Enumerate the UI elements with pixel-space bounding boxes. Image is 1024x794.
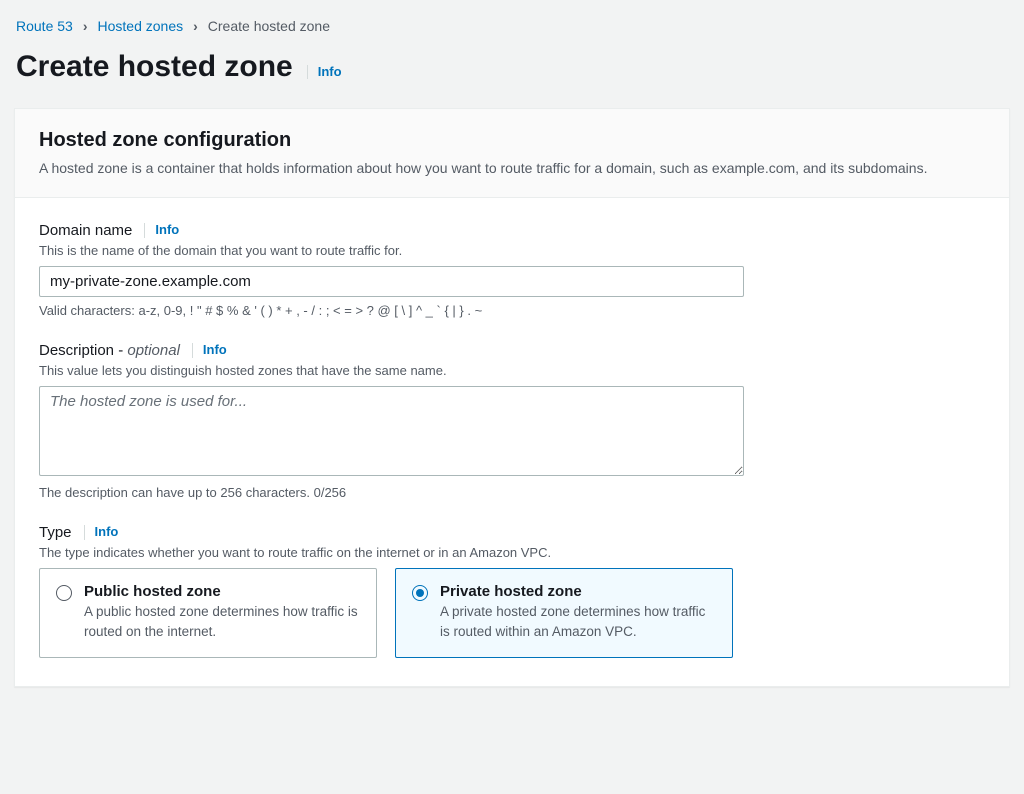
domain-name-hint: Valid characters: a-z, 0-9, ! " # $ % & … [39,303,985,318]
domain-name-label: Domain name [39,222,132,239]
type-option-private[interactable]: Private hosted zone A private hosted zon… [395,568,733,658]
description-label: Description - optional [39,342,180,359]
info-link-page[interactable]: Info [307,65,342,79]
description-label-main: Description - [39,342,127,359]
type-option-public[interactable]: Public hosted zone A public hosted zone … [39,568,377,658]
breadcrumb: Route 53 › Hosted zones › Create hosted … [14,14,1010,42]
panel-header: Hosted zone configuration A hosted zone … [15,109,1009,198]
breadcrumb-link-route53[interactable]: Route 53 [16,18,73,34]
radio-icon [56,585,72,601]
domain-name-input[interactable] [39,266,744,297]
breadcrumb-link-hosted-zones[interactable]: Hosted zones [98,18,184,34]
type-label: Type [39,524,72,541]
domain-name-desc: This is the name of the domain that you … [39,243,985,258]
type-option-private-desc: A private hosted zone determines how tra… [440,602,716,641]
info-link-type[interactable]: Info [84,525,119,539]
info-link-description[interactable]: Info [192,343,227,357]
info-link-domain[interactable]: Info [144,223,179,237]
panel-title: Hosted zone configuration [39,129,985,152]
panel-description: A hosted zone is a container that holds … [39,158,985,179]
description-desc: This value lets you distinguish hosted z… [39,363,985,378]
field-type: Type Info The type indicates whether you… [39,524,985,658]
type-option-private-title: Private hosted zone [440,583,716,600]
type-desc: The type indicates whether you want to r… [39,545,985,560]
description-label-optional: optional [127,342,180,359]
field-description: Description - optional Info This value l… [39,342,985,500]
config-panel: Hosted zone configuration A hosted zone … [14,108,1010,687]
chevron-right-icon: › [83,18,88,34]
type-option-public-desc: A public hosted zone determines how traf… [84,602,360,641]
field-domain-name: Domain name Info This is the name of the… [39,222,985,318]
description-input[interactable] [39,386,744,476]
chevron-right-icon: › [193,18,198,34]
page-title: Create hosted zone [16,50,293,84]
breadcrumb-current: Create hosted zone [208,18,330,34]
radio-icon [412,585,428,601]
description-hint: The description can have up to 256 chara… [39,485,985,500]
type-option-public-title: Public hosted zone [84,583,360,600]
